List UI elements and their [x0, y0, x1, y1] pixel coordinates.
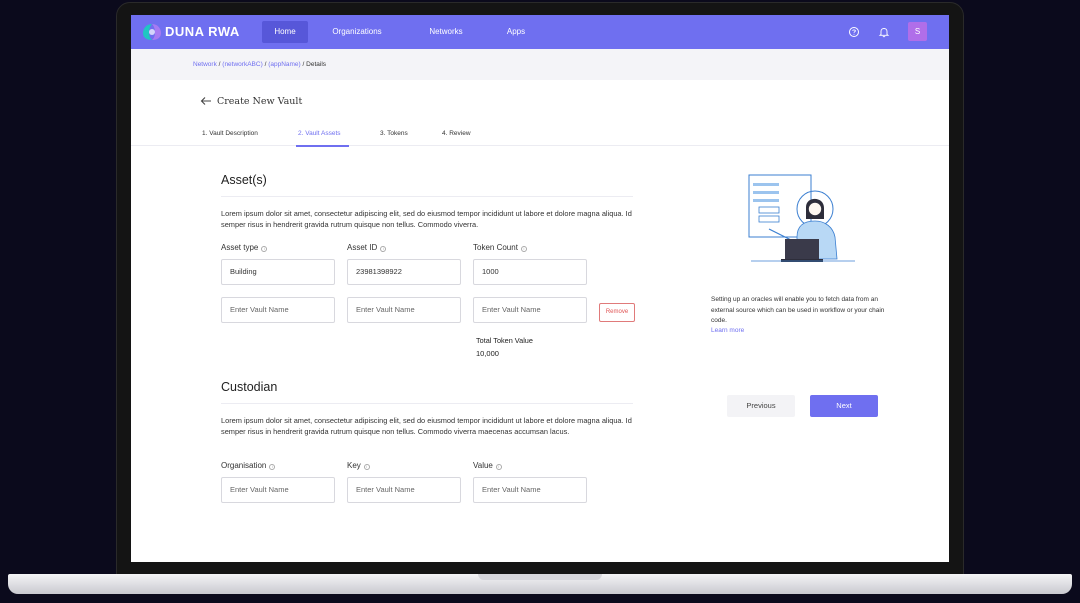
organisation-label: Organisation i [221, 461, 276, 470]
breadcrumb: Network / (networkABC) / (appName) / Det… [193, 61, 326, 68]
top-navbar: DUNA RWA Home Organizations Networks App… [131, 15, 949, 49]
info-icon[interactable]: i [520, 246, 527, 252]
learn-more-link[interactable]: Learn more [711, 327, 744, 334]
organisation-field[interactable]: Enter Vault Name [221, 477, 335, 503]
token-count-field-2[interactable]: Enter Vault Name [473, 297, 587, 323]
info-icon[interactable]: i [269, 464, 276, 470]
total-token-value: 10,000 [476, 349, 499, 358]
tab-tokens[interactable]: 3. Tokens [380, 130, 408, 137]
person-with-laptop-illustration [748, 174, 855, 262]
value-label: Value i [473, 461, 502, 470]
breadcrumb-network-abc[interactable]: (networkABC) [222, 61, 262, 68]
asset-id-label: Asset ID i [347, 243, 387, 252]
nav-apps[interactable]: Apps [501, 15, 531, 49]
asset-type-label: Asset type i [221, 243, 268, 252]
breadcrumb-details: Details [306, 61, 327, 68]
avatar[interactable]: S [908, 22, 927, 41]
help-circle-icon[interactable] [848, 26, 860, 38]
token-count-label: Token Count i [473, 243, 527, 252]
asset-id-field[interactable]: 23981398922 [347, 259, 461, 285]
info-icon[interactable]: i [495, 464, 502, 470]
custodian-section-title: Custodian [221, 380, 278, 394]
oracle-helper-text: Setting up an oracles will enable you to… [711, 296, 885, 325]
next-button[interactable]: Next [810, 395, 878, 417]
arrow-left-icon[interactable] [200, 96, 212, 106]
breadcrumb-bar: Network / (networkABC) / (appName) / Det… [131, 49, 949, 80]
value-field[interactable]: Enter Vault Name [473, 477, 587, 503]
tab-vault-description[interactable]: 1. Vault Description [202, 130, 258, 137]
asset-id-field-2[interactable]: Enter Vault Name [347, 297, 461, 323]
total-token-value-label: Total Token Value [476, 336, 533, 345]
laptop-notch [478, 574, 602, 580]
active-tab-indicator [296, 145, 349, 147]
info-icon[interactable]: i [363, 464, 370, 470]
divider [221, 403, 633, 404]
assets-section-title: Asset(s) [221, 173, 267, 187]
step-tabs: 1. Vault Description 2. Vault Assets 3. … [131, 128, 949, 146]
info-icon[interactable]: i [380, 246, 387, 252]
breadcrumb-separator: / [302, 61, 305, 68]
custodian-description: Lorem ipsum dolor sit amet, consectetur … [221, 416, 632, 437]
info-icon[interactable]: i [261, 246, 268, 252]
tab-vault-assets[interactable]: 2. Vault Assets [298, 130, 341, 137]
breadcrumb-app-name[interactable]: (appName) [268, 61, 301, 68]
token-count-field[interactable]: 1000 [473, 259, 587, 285]
divider [221, 196, 633, 197]
nav-organizations[interactable]: Organizations [327, 15, 387, 49]
key-label: Key i [347, 461, 370, 470]
nav-home[interactable]: Home [262, 21, 308, 43]
app-screen: DUNA RWA Home Organizations Networks App… [131, 15, 949, 562]
brand-name[interactable]: DUNA RWA [165, 24, 240, 39]
previous-button[interactable]: Previous [727, 395, 795, 417]
asset-type-field[interactable]: Building [221, 259, 335, 285]
breadcrumb-separator: / [264, 61, 267, 68]
breadcrumb-separator: / [218, 61, 221, 68]
asset-type-field-2[interactable]: Enter Vault Name [221, 297, 335, 323]
key-field[interactable]: Enter Vault Name [347, 477, 461, 503]
duna-logo-icon [143, 24, 161, 40]
breadcrumb-network[interactable]: Network [193, 61, 217, 68]
bell-icon[interactable] [878, 26, 890, 38]
page-title: Create New Vault [217, 96, 303, 107]
tab-review[interactable]: 4. Review [442, 130, 471, 137]
nav-networks[interactable]: Networks [421, 15, 471, 49]
assets-description: Lorem ipsum dolor sit amet, consectetur … [221, 209, 632, 230]
remove-button[interactable]: Remove [599, 303, 635, 322]
